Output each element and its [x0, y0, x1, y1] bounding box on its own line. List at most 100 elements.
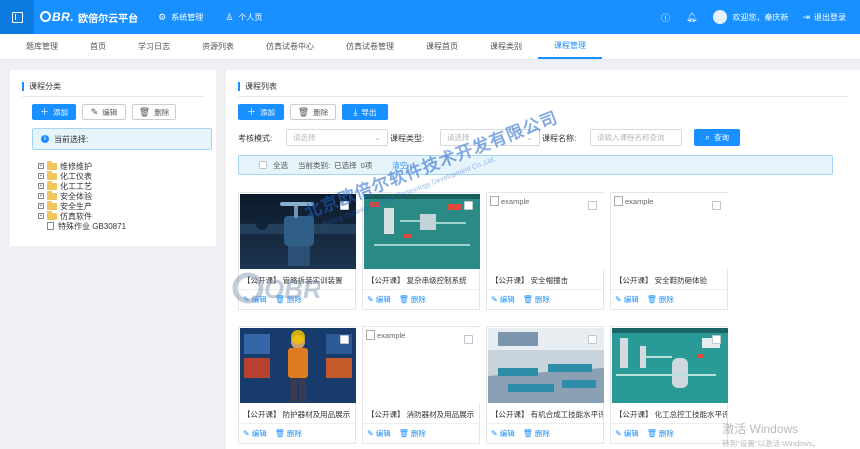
help-circle-icon[interactable]: ⓘ	[661, 11, 670, 24]
expand-icon[interactable]: +	[38, 183, 44, 189]
clear-link[interactable]: 清空	[392, 160, 407, 171]
edit-category-button[interactable]: ✎ 编辑	[82, 104, 126, 120]
course-thumbnail[interactable]	[240, 194, 356, 269]
export-button[interactable]: ⤓ 导出	[342, 104, 388, 120]
course-card[interactable]: 【公开课】 有机合成工技能水平评价 ✎ 编辑 🗑︎ 删除	[486, 326, 604, 444]
bell-icon[interactable]: 🔔︎	[686, 12, 697, 23]
course-thumbnail[interactable]: example	[364, 328, 480, 403]
chevron-down-icon: ⌄	[526, 133, 533, 142]
edit-button[interactable]: ✎ 编辑	[243, 294, 267, 305]
tree-item[interactable]: + 维修维护	[38, 160, 126, 171]
card-checkbox[interactable]	[712, 201, 721, 210]
delete-button[interactable]: 🗑︎ 删除	[647, 428, 674, 439]
nav-system-management[interactable]: ⚙ 系统管理	[158, 12, 203, 23]
course-card[interactable]: example 【公开课】 消防器材及用品展示 ✎ 编辑 🗑︎ 删除	[362, 326, 480, 444]
top-nav: ⚙ 系统管理 ♙ 个人页	[158, 12, 284, 23]
tab-home[interactable]: 首页	[74, 34, 122, 59]
expand-icon[interactable]: +	[38, 173, 44, 179]
nav-personal-page[interactable]: ♙ 个人页	[225, 12, 262, 23]
sidebar-toggle-button[interactable]	[0, 0, 34, 34]
expand-icon[interactable]: +	[38, 213, 44, 219]
edit-button[interactable]: ✎ 编辑	[243, 428, 267, 439]
tree-item[interactable]: + 化工工艺	[38, 180, 126, 191]
tree-item[interactable]: + 安全体验	[38, 190, 126, 201]
tab-resource-list[interactable]: 资源列表	[186, 34, 250, 59]
delete-button[interactable]: 🗑︎ 删除	[523, 294, 550, 305]
tree-item[interactable]: + 仿真软件	[38, 210, 126, 221]
course-thumbnail[interactable]: example	[488, 194, 604, 269]
card-actions: ✎ 编辑 🗑︎ 删除	[611, 423, 727, 443]
card-checkbox[interactable]	[712, 335, 721, 344]
plus-icon: ＋	[246, 106, 256, 117]
tab-course-category[interactable]: 课程类别	[474, 34, 538, 59]
course-card[interactable]: 【公开课】 化工总控工技能水平评价 ✎ 编辑 🗑︎ 删除	[610, 326, 728, 444]
delete-course-button[interactable]: 🗑︎ 删除	[290, 104, 336, 120]
edit-button[interactable]: ✎ 编辑	[615, 294, 639, 305]
edit-button[interactable]: ✎ 编辑	[491, 428, 515, 439]
course-thumbnail[interactable]: example	[612, 194, 728, 269]
add-category-button[interactable]: ＋ 添加	[32, 104, 76, 120]
card-actions: ✎ 编辑 🗑︎ 删除	[363, 423, 479, 443]
course-card[interactable]: example 【公开课】 安全鞋防砸体验 ✎ 编辑 🗑︎ 删除	[610, 192, 728, 310]
tree-item[interactable]: 特殊作业 GB30871	[38, 221, 126, 231]
card-checkbox[interactable]	[588, 335, 597, 344]
course-card[interactable]: 【公开课】 管路拆装实训装置 ✎ 编辑 🗑︎ 删除	[238, 192, 356, 310]
tab-question-bank[interactable]: 题库管理	[10, 34, 74, 59]
gear-icon: ⚙	[158, 11, 167, 22]
mode-select[interactable]: 请选择 ⌄	[286, 129, 388, 146]
course-title: 【公开课】 防护器材及用品展示	[243, 410, 351, 419]
course-thumbnail[interactable]	[488, 328, 604, 403]
button-label: 查询	[714, 133, 730, 142]
edit-button[interactable]: ✎ 编辑	[615, 428, 639, 439]
edit-button[interactable]: ✎ 编辑	[491, 294, 515, 305]
delete-button[interactable]: 🗑︎ 删除	[647, 294, 674, 305]
select-all-checkbox[interactable]	[259, 161, 267, 169]
button-label: 删除	[313, 107, 329, 117]
card-checkbox[interactable]	[464, 201, 473, 210]
course-card[interactable]: 【公开课】 防护器材及用品展示 ✎ 编辑 🗑︎ 删除	[238, 326, 356, 444]
expand-icon[interactable]: +	[38, 193, 44, 199]
tab-sim-exam-center[interactable]: 仿真试卷中心	[250, 34, 330, 59]
type-select[interactable]: 请选择 ⌄	[440, 129, 540, 146]
course-card[interactable]: 【公开课】 复杂串级控制系统 ✎ 编辑 🗑︎ 删除	[362, 192, 480, 310]
delete-button[interactable]: 🗑︎ 删除	[399, 428, 426, 439]
card-checkbox[interactable]	[588, 201, 597, 210]
logout-button[interactable]: ⇥ 退出登录	[802, 12, 846, 23]
edit-icon: ✎	[615, 429, 622, 438]
card-actions: ✎ 编辑 🗑︎ 删除	[487, 423, 603, 443]
course-thumbnail[interactable]	[612, 328, 728, 403]
card-checkbox[interactable]	[340, 335, 349, 344]
card-actions: ✎ 编辑 🗑︎ 删除	[239, 289, 355, 309]
add-course-button[interactable]: ＋ 添加	[238, 104, 284, 120]
delete-button[interactable]: 🗑︎ 删除	[275, 428, 302, 439]
avatar[interactable]	[713, 10, 728, 24]
tab-study-log[interactable]: 学习日志	[122, 34, 186, 59]
edit-icon: ✎	[367, 429, 374, 438]
tree-item[interactable]: + 化工仪表	[38, 170, 126, 181]
delete-category-button[interactable]: 🗑︎ 删除	[132, 104, 176, 120]
delete-button[interactable]: 🗑︎ 删除	[275, 294, 302, 305]
action-label: 编辑	[251, 295, 267, 304]
delete-button[interactable]: 🗑︎ 删除	[399, 294, 426, 305]
course-title: 【公开课】 安全帽撞击	[491, 276, 569, 285]
file-icon	[47, 222, 54, 230]
expand-icon[interactable]: +	[38, 203, 44, 209]
course-name-input[interactable]: 请输入课程名称查询	[590, 129, 682, 146]
tree-item[interactable]: + 安全生产	[38, 200, 126, 211]
current-selection-alert: i 当前选择:	[32, 128, 212, 150]
tab-sim-exam-management[interactable]: 仿真试卷管理	[330, 34, 410, 59]
course-card[interactable]: example 【公开课】 安全帽撞击 ✎ 编辑 🗑︎ 删除	[486, 192, 604, 310]
course-thumbnail[interactable]	[364, 194, 480, 269]
delete-button[interactable]: 🗑︎ 删除	[523, 428, 550, 439]
tab-course-home[interactable]: 课程首页	[410, 34, 474, 59]
logo-text: 欧倍尔云平台	[78, 13, 139, 25]
expand-icon[interactable]: +	[38, 163, 44, 169]
tab-course-management[interactable]: 课程管理	[538, 34, 602, 59]
card-checkbox[interactable]	[464, 335, 473, 344]
selected-count: 0项	[360, 160, 373, 170]
card-checkbox[interactable]	[340, 201, 349, 210]
edit-button[interactable]: ✎ 编辑	[367, 428, 391, 439]
search-button[interactable]: ⌕ 查询	[694, 129, 740, 146]
edit-button[interactable]: ✎ 编辑	[367, 294, 391, 305]
course-thumbnail[interactable]	[240, 328, 356, 403]
